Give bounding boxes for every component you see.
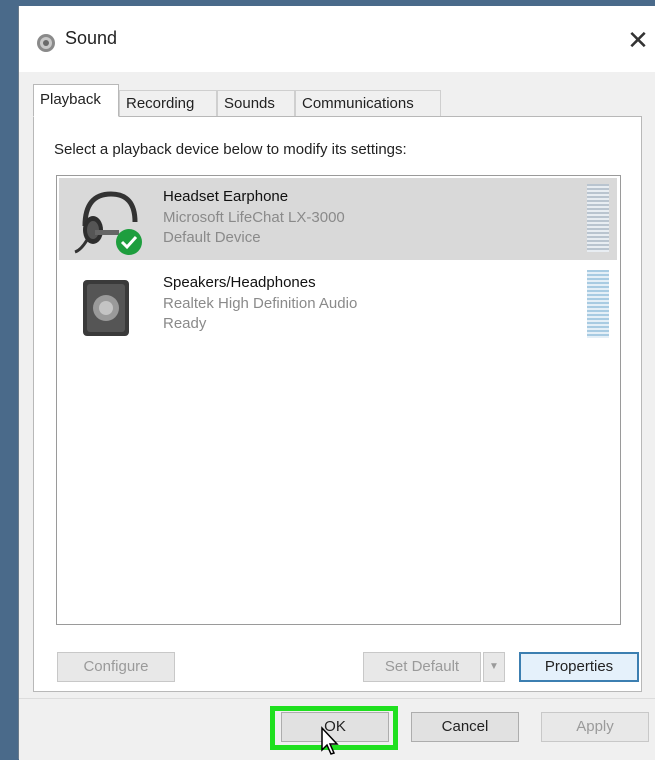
- mouse-cursor-icon: [321, 726, 339, 755]
- volume-level-meter: [587, 270, 609, 338]
- device-status: Ready: [163, 315, 207, 332]
- cancel-button[interactable]: Cancel: [411, 712, 519, 742]
- sound-speaker-icon: [37, 34, 55, 52]
- close-icon: ✕: [627, 25, 649, 55]
- checkmark-badge-icon: [116, 229, 142, 255]
- configure-button[interactable]: Configure: [57, 652, 175, 682]
- properties-button[interactable]: Properties: [519, 652, 639, 682]
- apply-button[interactable]: Apply: [541, 712, 649, 742]
- tab-recording[interactable]: Recording: [119, 90, 217, 116]
- window-title: Sound: [65, 28, 118, 48]
- chevron-down-icon: ▼: [489, 661, 499, 672]
- volume-level-meter: [587, 184, 609, 252]
- speaker-icon: [83, 280, 129, 336]
- device-description: Realtek High Definition Audio: [163, 295, 358, 312]
- device-headset-earphone[interactable]: Headset Earphone Microsoft LifeChat LX-3…: [59, 178, 617, 260]
- playback-panel: Select a playback device below to modify…: [33, 116, 642, 692]
- close-button[interactable]: ✕: [620, 22, 655, 58]
- title-bar[interactable]: Sound ✕: [19, 6, 655, 72]
- tab-sounds[interactable]: Sounds: [217, 90, 295, 116]
- device-name: Speakers/Headphones: [163, 274, 316, 291]
- tab-playback[interactable]: Playback: [33, 84, 119, 117]
- device-name: Headset Earphone: [163, 188, 289, 205]
- device-status: Default Device: [163, 229, 261, 246]
- set-default-button[interactable]: Set Default: [363, 652, 481, 682]
- device-list[interactable]: Headset Earphone Microsoft LifeChat LX-3…: [56, 175, 621, 625]
- sound-dialog: Sound ✕ Playback Recording Sounds Commun…: [18, 6, 655, 760]
- device-description: Microsoft LifeChat LX-3000: [163, 209, 345, 226]
- device-speakers-headphones[interactable]: Speakers/Headphones Realtek High Definit…: [59, 264, 617, 346]
- set-default-dropdown[interactable]: ▼: [483, 652, 505, 682]
- tab-communications[interactable]: Communications: [295, 90, 441, 116]
- instruction-text: Select a playback device below to modify…: [54, 141, 407, 158]
